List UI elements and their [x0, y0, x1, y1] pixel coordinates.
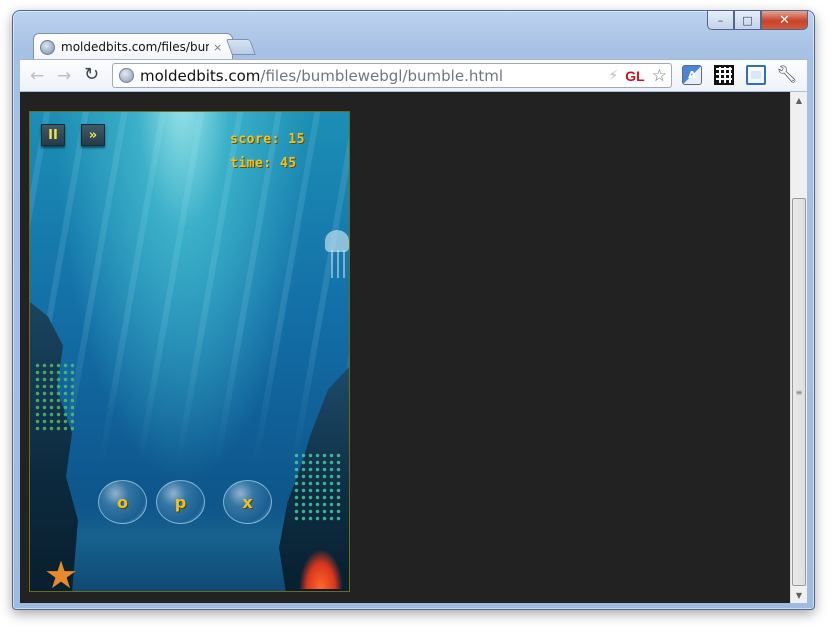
url-path: /files/bumblewebgl/bumble.html [260, 66, 503, 85]
scroll-down-icon[interactable]: ▼ [791, 587, 807, 603]
letter-bubble[interactable]: o [98, 480, 147, 524]
letter-bubble[interactable]: p [156, 480, 205, 524]
reef-right-plants [293, 452, 343, 522]
tab-close-icon[interactable]: × [213, 41, 222, 54]
tab-title: moldedbits.com/files/bumb [61, 40, 209, 54]
starfish: ★ [44, 553, 79, 592]
bookmark-star-icon[interactable]: ☆ [652, 66, 667, 86]
globe-icon [119, 68, 134, 83]
page-content: ★ II » score: 15 time: 45 o p x [20, 92, 790, 603]
url-host: moldedbits.com [140, 66, 261, 85]
gl-badge[interactable]: GL [625, 68, 644, 84]
globe-icon [40, 39, 55, 55]
jellyfish [323, 230, 349, 280]
omnibox-actions: ⚡︎ GL ☆ [608, 66, 667, 86]
reef-left-plants [34, 362, 74, 432]
vertical-scrollbar[interactable]: ▲ ≡ ▼ [790, 92, 807, 603]
scroll-up-icon[interactable]: ▲ [791, 92, 807, 108]
lightning-icon: ⚡︎ [608, 68, 619, 84]
coral [299, 549, 343, 589]
browser-tab[interactable]: moldedbits.com/files/bumb × [33, 33, 233, 60]
browser-window: – □ ✕ moldedbits.com/files/bumb × ← → ↻ … [12, 10, 815, 610]
time-display: time: 45 [230, 156, 297, 171]
close-window-button[interactable]: ✕ [761, 11, 808, 30]
scrollbar-thumb[interactable]: ≡ [792, 198, 806, 586]
maximize-button[interactable]: □ [734, 11, 761, 30]
address-bar[interactable]: moldedbits.com/files/bumblewebgl/bumble.… [112, 63, 672, 88]
back-arrow-icon[interactable]: ← [30, 66, 44, 86]
translate-extension-icon[interactable]: A [682, 65, 702, 85]
fast-forward-button[interactable]: » [81, 124, 105, 146]
wrench-icon[interactable]: 🔧︎ [776, 65, 798, 85]
window-controls: – □ ✕ [707, 11, 808, 30]
pause-button[interactable]: II [41, 124, 65, 146]
browser-toolbar: ← → ↻ moldedbits.com/files/bumblewebgl/b… [20, 59, 807, 91]
forward-arrow-icon[interactable]: → [57, 66, 71, 86]
score-display: score: 15 [230, 132, 305, 147]
qr-code-extension-icon[interactable] [714, 65, 734, 85]
game-canvas[interactable]: ★ II » score: 15 time: 45 o p x [29, 111, 350, 592]
new-tab-button[interactable] [226, 39, 256, 55]
screen-capture-extension-icon[interactable] [746, 65, 766, 85]
reload-icon[interactable]: ↻ [84, 64, 99, 85]
url-text: moldedbits.com/files/bumblewebgl/bumble.… [140, 67, 503, 85]
letter-bubble[interactable]: x [223, 480, 272, 524]
minimize-button[interactable]: – [707, 11, 734, 30]
